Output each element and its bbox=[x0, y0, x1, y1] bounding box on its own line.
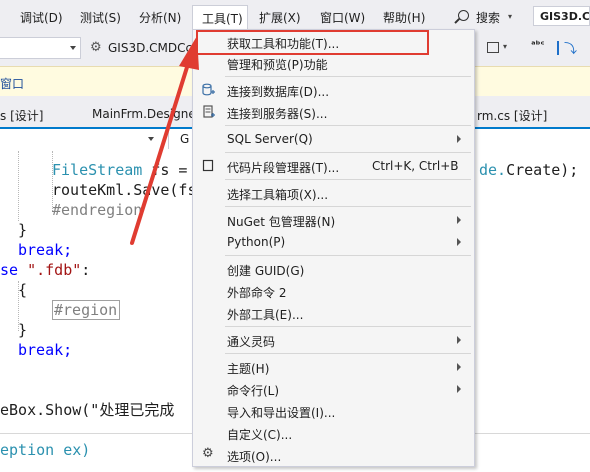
code-line: eption ex) bbox=[0, 441, 91, 459]
menu-item-tongyi-lingma[interactable]: 通义灵码 bbox=[193, 329, 474, 351]
submenu-arrow-icon bbox=[457, 385, 461, 393]
code-line: #region bbox=[54, 301, 118, 319]
menu-item-options[interactable]: ⚙ 选项(O)... bbox=[193, 444, 474, 466]
dropdown-arrow-icon[interactable]: ▾ bbox=[503, 42, 507, 51]
code-line: break; bbox=[18, 241, 73, 259]
menu-item-import-export-settings[interactable]: 导入和导出设置(I)... bbox=[193, 400, 474, 422]
menu-separator bbox=[225, 206, 471, 207]
search-icon[interactable] bbox=[458, 10, 469, 21]
code-line: se ".fdb": bbox=[0, 261, 91, 279]
menu-separator bbox=[225, 326, 471, 327]
menu-test[interactable]: 测试(S) bbox=[80, 9, 121, 26]
menu-item-connect-server[interactable]: 连接到服务器(S)... bbox=[193, 101, 474, 123]
search-label[interactable]: 搜索 bbox=[476, 9, 500, 26]
menu-item-customize[interactable]: 自定义(C)... bbox=[193, 422, 474, 444]
code-line: routeKml.Save(fs bbox=[52, 181, 197, 199]
menu-item-create-guid[interactable]: 创建 GUID(G) bbox=[193, 258, 474, 280]
step-icon[interactable]: ⤵ bbox=[564, 38, 577, 57]
database-connect-icon bbox=[202, 83, 215, 96]
server-connect-icon bbox=[202, 105, 215, 118]
tab-mainfrm-designer[interactable]: MainFrm.Designe bbox=[92, 107, 196, 121]
config-combo[interactable] bbox=[0, 37, 81, 59]
snippet-icon bbox=[202, 159, 215, 172]
menu-separator bbox=[225, 353, 471, 354]
code-line: } bbox=[18, 321, 28, 339]
menu-separator bbox=[225, 179, 471, 180]
menu-debug[interactable]: 调试(D) bbox=[20, 9, 63, 26]
menu-item-manage-preview[interactable]: 管理和预览(P)功能 bbox=[193, 52, 474, 74]
menu-help[interactable]: 帮助(H) bbox=[383, 9, 425, 26]
gear-icon[interactable]: ⚙ bbox=[90, 40, 102, 55]
menu-item-external-command-2[interactable]: 外部命令 2 bbox=[193, 280, 474, 302]
menu-item-get-tools[interactable]: 获取工具和功能(T)... bbox=[193, 31, 474, 53]
menu-item-connect-db[interactable]: 连接到数据库(D)... bbox=[193, 79, 474, 101]
menu-tools-label: 工具(T) bbox=[202, 12, 243, 26]
submenu-arrow-icon bbox=[457, 135, 461, 143]
menu-analyze[interactable]: 分析(N) bbox=[139, 9, 181, 26]
code-line: { bbox=[18, 281, 28, 299]
menu-separator bbox=[225, 76, 471, 77]
code-line: FileStream fs = bbox=[52, 161, 197, 179]
gear-icon: ⚙ bbox=[202, 446, 214, 461]
code-line: eBox.Show("处理已完成 bbox=[0, 401, 175, 419]
menu-separator bbox=[225, 255, 471, 256]
startup-project-label[interactable]: GIS3D.CMDCc bbox=[108, 41, 192, 55]
menu-item-nuget[interactable]: NuGet 包管理器(N) bbox=[193, 209, 474, 231]
tools-dropdown-menu: 获取工具和功能(T)... 管理和预览(P)功能 连接到数据库(D)... 连接… bbox=[192, 29, 475, 467]
menu-tools[interactable]: 工具(T) bbox=[192, 5, 248, 30]
indent-guide bbox=[18, 151, 19, 221]
submenu-arrow-icon bbox=[457, 336, 461, 344]
search-dropdown-icon[interactable]: ▾ bbox=[508, 12, 512, 21]
menu-item-sql-server[interactable]: SQL Server(Q) bbox=[193, 128, 474, 150]
code-line: break; bbox=[18, 341, 73, 359]
menu-item-python[interactable]: Python(P) bbox=[193, 231, 474, 253]
menu-separator bbox=[225, 152, 471, 153]
menu-item-snippet-manager[interactable]: 代码片段管理器(T)... Ctrl+K, Ctrl+B bbox=[193, 155, 474, 177]
menu-extensions[interactable]: 扩展(X) bbox=[259, 9, 301, 26]
menu-item-command-line[interactable]: 命令行(L) bbox=[193, 378, 474, 400]
tab-design-1[interactable]: s [设计] bbox=[0, 107, 43, 124]
menu-window[interactable]: 窗口(W) bbox=[320, 9, 365, 26]
submenu-arrow-icon bbox=[457, 238, 461, 246]
spellcheck-icon[interactable]: ᵃᵇᶜ bbox=[531, 40, 545, 51]
info-bar-text[interactable]: 窗口 bbox=[0, 75, 24, 92]
window-layout-icon[interactable] bbox=[487, 42, 499, 53]
menu-item-external-tools[interactable]: 外部工具(E)... bbox=[193, 302, 474, 324]
submenu-arrow-icon bbox=[457, 363, 461, 371]
cursor-icon[interactable] bbox=[557, 41, 559, 55]
tab-design-2[interactable]: rm.cs [设计] bbox=[477, 107, 547, 124]
chevron-down-icon bbox=[148, 137, 154, 141]
type-combo[interactable] bbox=[0, 130, 169, 149]
menu-separator bbox=[225, 125, 471, 126]
menu-item-theme[interactable]: 主题(H) bbox=[193, 356, 474, 378]
member-combo-text[interactable]: G bbox=[180, 132, 189, 146]
menu-bar: 调试(D) 测试(S) 分析(N) 工具(T) 扩展(X) 窗口(W) 帮助(H… bbox=[0, 0, 590, 32]
submenu-arrow-icon bbox=[457, 216, 461, 224]
code-line: #endregion bbox=[52, 201, 143, 219]
code-line: } bbox=[18, 221, 28, 239]
code-line-tail: de.Create); bbox=[479, 161, 579, 179]
menu-item-choose-toolbox[interactable]: 选择工具箱项(X)... bbox=[193, 182, 474, 204]
chevron-down-icon bbox=[70, 46, 76, 50]
solution-name-badge: GIS3D.CMDC bbox=[533, 6, 590, 26]
